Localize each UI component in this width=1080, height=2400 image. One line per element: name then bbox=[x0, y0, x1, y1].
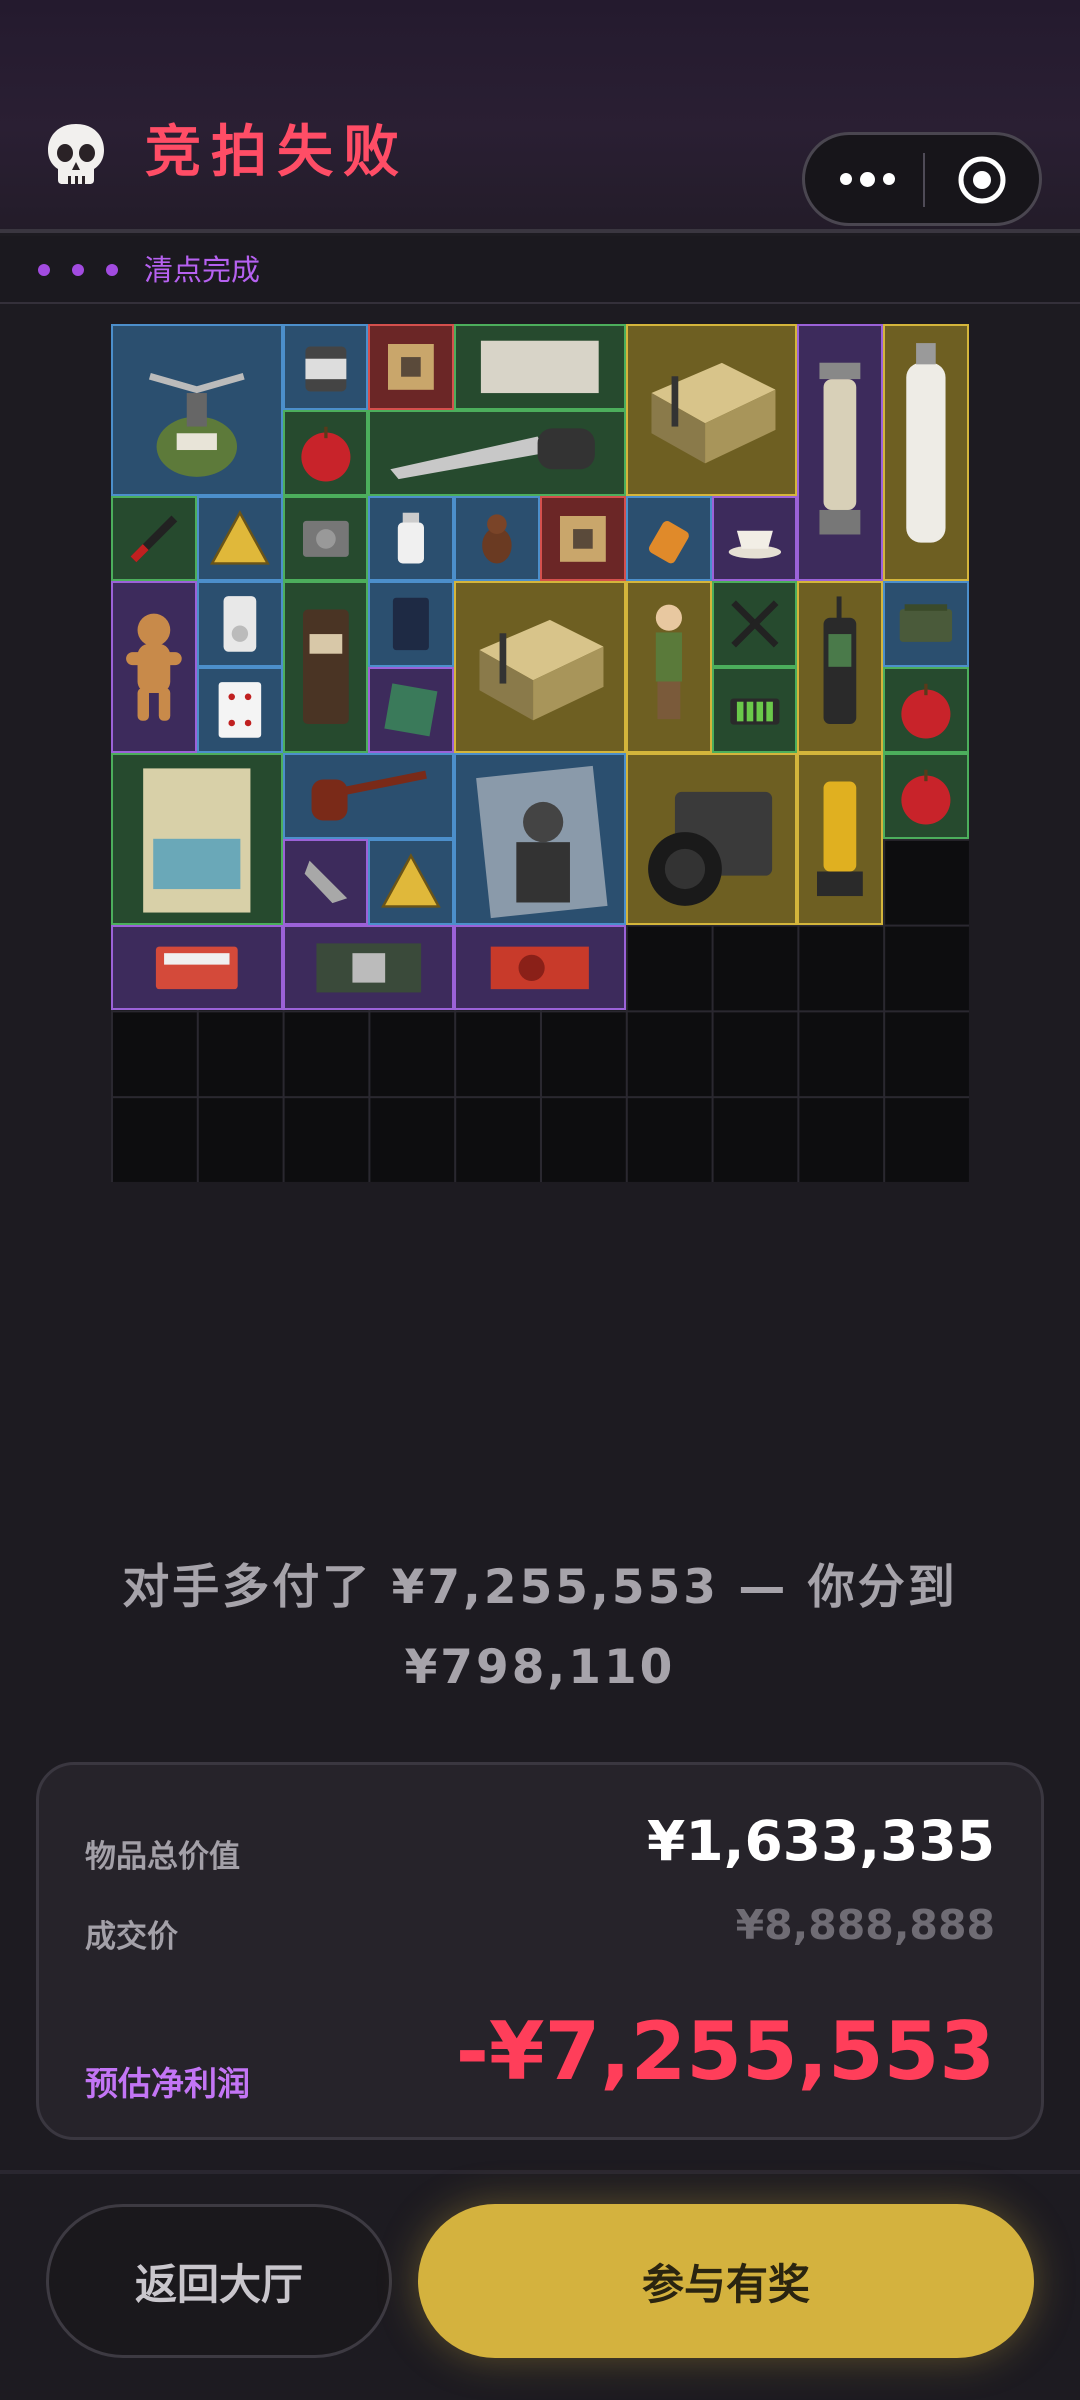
summary-card: 物品总价值 ¥1,633,335 成交价 ¥8,888,888 预估净利润 -¥… bbox=[36, 1762, 1044, 2140]
capsule-divider bbox=[923, 153, 925, 207]
boy-figurine-icon[interactable] bbox=[625, 581, 712, 753]
header-divider bbox=[0, 229, 1080, 233]
postcard-icon[interactable] bbox=[111, 753, 283, 925]
total-value: ¥1,633,335 bbox=[647, 1809, 995, 1873]
status-divider bbox=[0, 302, 1080, 304]
magazine-icon[interactable] bbox=[454, 753, 626, 925]
canister-icon[interactable] bbox=[282, 324, 369, 410]
ssd-card-icon[interactable] bbox=[111, 924, 283, 1011]
camera-icon[interactable] bbox=[625, 753, 798, 925]
bird-figurine-icon[interactable] bbox=[454, 495, 540, 582]
lantern-icon[interactable] bbox=[797, 324, 884, 582]
bottom-divider bbox=[0, 2170, 1080, 2174]
gingerbread-man-icon[interactable] bbox=[111, 581, 197, 753]
join-reward-button[interactable]: 参与有奖 bbox=[418, 2204, 1034, 2358]
paper-sheet-icon[interactable] bbox=[454, 324, 626, 410]
circuit-chip-icon[interactable] bbox=[540, 495, 626, 582]
circuit-chip-icon[interactable] bbox=[368, 324, 455, 410]
loading-dots-icon bbox=[38, 264, 128, 278]
apple-icon[interactable] bbox=[282, 409, 369, 496]
page-title: 竞拍失败 bbox=[145, 120, 409, 185]
pill-bottle-icon[interactable] bbox=[625, 495, 712, 582]
coffee-bag-icon[interactable] bbox=[282, 581, 369, 753]
battery-pack-icon[interactable] bbox=[711, 667, 798, 753]
status-text: 清点完成 bbox=[144, 253, 261, 287]
result-message: 对手多付了 ¥7,255,553 — 你分到 ¥798,110 bbox=[100, 1548, 980, 1708]
apple-icon[interactable] bbox=[883, 667, 969, 753]
ammo-box-icon[interactable] bbox=[883, 581, 969, 668]
supply-crate-icon[interactable] bbox=[454, 581, 626, 753]
back-to-lobby-button[interactable]: 返回大厅 bbox=[46, 2204, 392, 2358]
circuit-board-icon[interactable] bbox=[282, 924, 455, 1011]
teacup-icon[interactable] bbox=[711, 495, 798, 582]
deal-price-label: 成交价 bbox=[85, 1919, 178, 1955]
pliers-icon[interactable] bbox=[711, 581, 798, 668]
warning-sign-icon[interactable] bbox=[368, 838, 455, 925]
coffee-pouch-icon[interactable] bbox=[368, 581, 455, 668]
camping-stove-icon[interactable] bbox=[111, 324, 283, 496]
hard-drive-icon[interactable] bbox=[282, 495, 369, 582]
processor-icon[interactable] bbox=[368, 667, 455, 753]
radio-phone-icon[interactable] bbox=[797, 581, 884, 753]
result-message-line2: ¥798,110 bbox=[404, 1640, 676, 1695]
hand-saw-icon[interactable] bbox=[368, 409, 626, 496]
supply-crate-icon[interactable] bbox=[625, 324, 798, 496]
oxygen-tank-icon[interactable] bbox=[883, 324, 969, 582]
target-close-icon[interactable] bbox=[957, 155, 1007, 205]
net-profit-label: 预估净利润 bbox=[85, 2064, 250, 2103]
warning-sign-icon[interactable] bbox=[196, 495, 283, 582]
deal-price-value: ¥8,888,888 bbox=[735, 1901, 995, 1949]
tobacco-pipe-icon[interactable] bbox=[282, 753, 455, 839]
more-dots-icon[interactable] bbox=[837, 167, 897, 191]
inventory-grid bbox=[111, 324, 969, 1182]
graphics-card-icon[interactable] bbox=[454, 924, 626, 1011]
total-value-label: 物品总价值 bbox=[85, 1839, 240, 1875]
apple-icon[interactable] bbox=[883, 753, 969, 839]
net-profit-value: -¥7,255,553 bbox=[455, 2005, 995, 2098]
status-row: 清点完成 bbox=[0, 236, 1080, 304]
medicine-bottle-icon[interactable] bbox=[368, 495, 455, 582]
fuel-canister-icon[interactable] bbox=[797, 753, 884, 925]
skull-icon bbox=[48, 124, 104, 184]
playing-card-icon[interactable] bbox=[196, 667, 283, 753]
mp3-player-icon[interactable] bbox=[196, 581, 283, 668]
arrowhead-icon[interactable] bbox=[282, 838, 369, 925]
result-message-line1: 对手多付了 ¥7,255,553 — 你分到 bbox=[122, 1560, 958, 1615]
screwdriver-icon[interactable] bbox=[111, 495, 197, 582]
mini-program-capsule bbox=[802, 132, 1042, 226]
